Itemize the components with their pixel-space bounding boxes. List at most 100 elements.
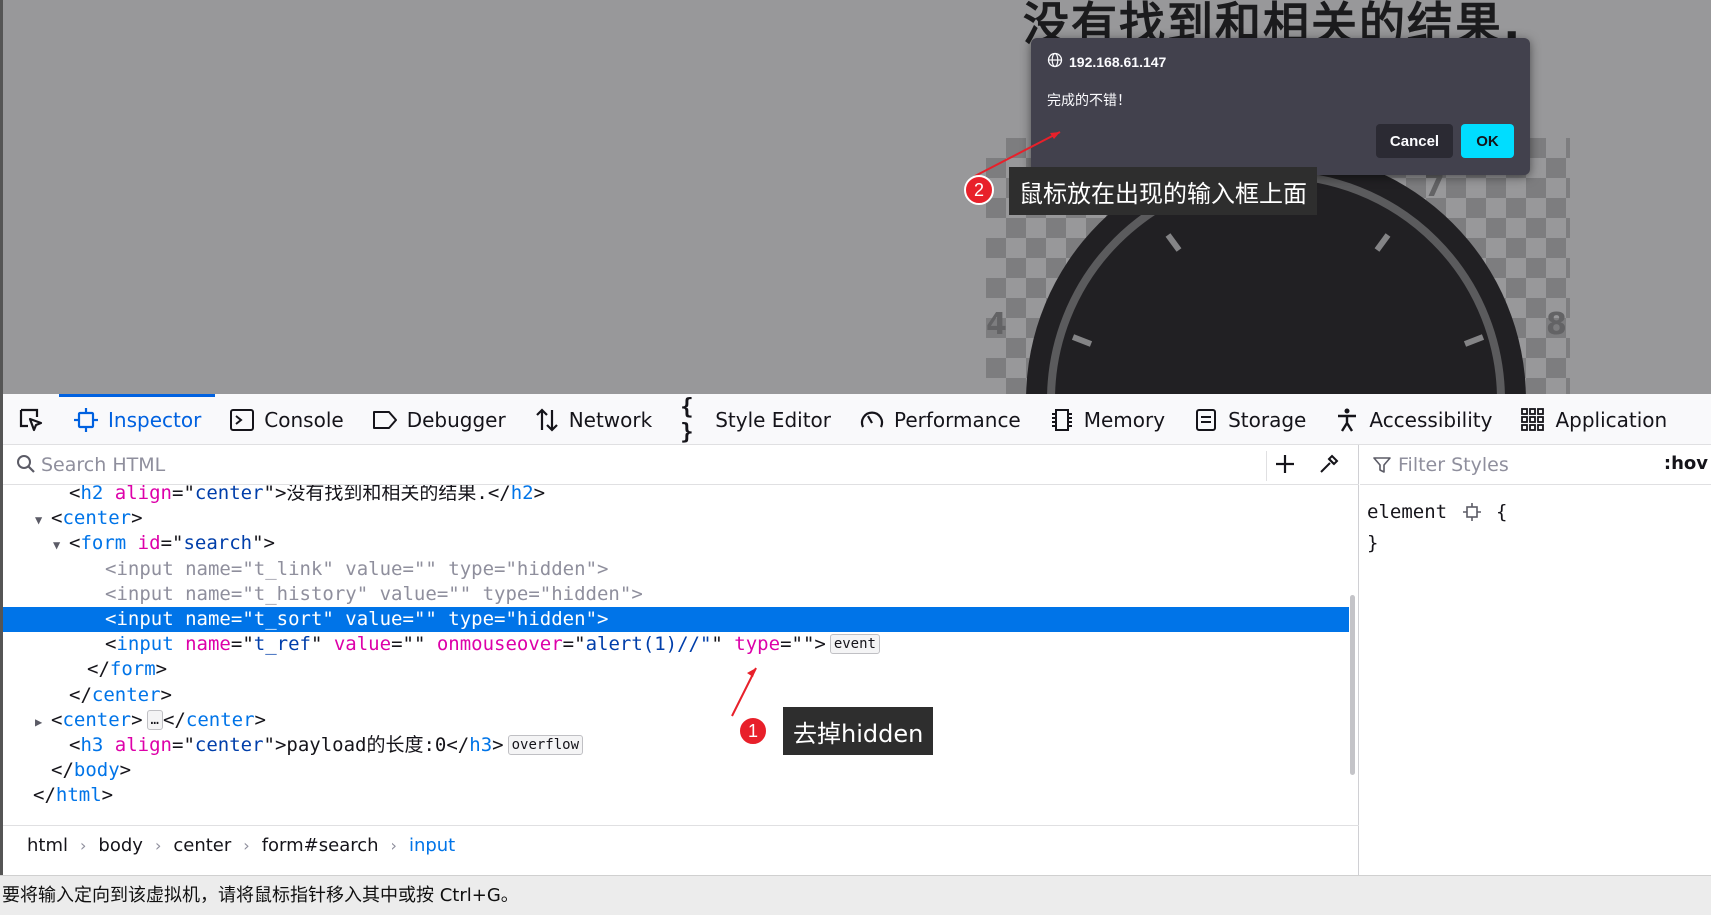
markup-row[interactable]: <h2 align="center">没有找到和相关的结果.</h2> — [3, 485, 1349, 506]
markup-row[interactable]: </body> — [3, 758, 1349, 783]
filter-styles-input[interactable] — [1398, 452, 1638, 478]
markup-punc — [174, 583, 185, 605]
markup-row[interactable]: ▶ <center>… </center> — [3, 708, 1349, 733]
expand-twisty-open-icon[interactable]: ▼ — [35, 508, 51, 533]
markup-punc: > — [101, 784, 114, 807]
markup-tag: center — [91, 683, 161, 706]
markup-punc — [174, 633, 185, 655]
markup-val: t_history — [253, 582, 357, 605]
markup-row-selected[interactable]: <input name="t_sort" value="" type="hidd… — [3, 607, 1349, 632]
eyedropper-button[interactable] — [1314, 451, 1344, 481]
markup-tag: html — [55, 784, 102, 807]
markup-attr: name — [185, 557, 231, 580]
overflow-badge[interactable]: overflow — [507, 735, 584, 755]
application-icon — [1520, 407, 1546, 433]
markup-punc: </ — [87, 658, 110, 681]
alert-ok-button[interactable]: OK — [1461, 124, 1514, 158]
markup-punc: < — [105, 557, 117, 580]
markup-row[interactable]: ▼ <form id="search"> — [3, 531, 1349, 556]
markup-scrollbar[interactable] — [1350, 595, 1355, 775]
markup-val: t_ref — [253, 633, 311, 656]
markup-punc: </ — [162, 708, 186, 731]
markup-row[interactable]: <input name="t_history" value="" type="h… — [3, 582, 1349, 607]
storage-icon — [1193, 407, 1219, 433]
markup-punc — [126, 532, 137, 554]
tab-style-editor[interactable]: { } Style Editor — [666, 394, 845, 445]
breadcrumb-item[interactable]: body — [94, 835, 147, 856]
tab-application[interactable]: Application — [1506, 394, 1681, 445]
collapsed-children-ellipsis[interactable]: … — [146, 709, 163, 730]
markup-punc: =" — [494, 608, 517, 630]
markup-punc: < — [51, 708, 63, 731]
markup-row[interactable]: <h3 align="center">payload的长度:0</h3> over… — [3, 733, 1349, 758]
markup-punc: < — [51, 507, 63, 530]
markup-tag: input — [116, 557, 174, 580]
screen: 没有找到和相关的结果. 7 8 4 192.168.61.147 完成的不错！ … — [0, 0, 1711, 915]
performance-icon — [859, 407, 885, 433]
devtools-toolbar: Inspector Console Debugger Network {} S… — [3, 394, 1711, 445]
expand-twisty-open-icon[interactable]: ▼ — [53, 533, 69, 558]
add-node-button[interactable] — [1266, 451, 1296, 481]
chevron-right-icon: › — [390, 836, 397, 855]
markup-tag: body — [73, 759, 120, 782]
markup-tag: input — [116, 633, 174, 656]
markup-tag: input — [116, 608, 174, 630]
style-editor-icon: { } — [680, 394, 694, 445]
markup-tag: center — [62, 507, 132, 530]
tab-inspector[interactable]: Inspector — [59, 394, 216, 445]
breadcrumb-item[interactable]: input — [405, 835, 459, 856]
markup-val: hidden — [516, 608, 586, 630]
markup-row[interactable]: </center> — [3, 683, 1349, 708]
expand-twisty-closed-icon[interactable]: ▶ — [35, 710, 51, 735]
markup-punc: < — [105, 633, 117, 656]
node-target-icon[interactable] — [1462, 501, 1481, 529]
tab-console[interactable]: Console — [215, 394, 357, 445]
memory-icon — [1049, 407, 1075, 433]
alert-cancel-button[interactable]: Cancel — [1376, 124, 1453, 158]
markup-row[interactable]: </form> — [3, 657, 1349, 682]
eyedropper-icon — [1318, 453, 1340, 479]
rule-close-brace: } — [1367, 532, 1379, 554]
markup-row[interactable]: <input name="t_link" value="" type="hidd… — [3, 557, 1349, 582]
markup-tag: form — [80, 532, 127, 555]
markup-punc: ="" — [402, 557, 449, 580]
markup-attr: onmouseover — [436, 633, 563, 656]
tab-memory[interactable]: Memory — [1035, 394, 1179, 445]
markup-punc: < — [69, 734, 81, 756]
markup-tag: center — [62, 708, 132, 731]
markup-tree: <h2 align="center">没有找到和相关的结果.</h2> ▼ <cen… — [3, 485, 1349, 825]
markup-row[interactable]: <input name="t_ref" value="" onmouseover… — [3, 632, 1349, 657]
markup-punc: ="" — [402, 608, 449, 630]
event-badge[interactable]: event — [829, 634, 880, 655]
rule-selector[interactable]: element — [1367, 501, 1447, 523]
breadcrumb-item[interactable]: form#search — [258, 835, 383, 856]
markup-punc: > — [131, 708, 143, 731]
breadcrumb-item[interactable]: center — [169, 835, 235, 856]
vm-status-bar: 要将输入定向到该虚拟机，请将鼠标指针移入其中或按 Ctrl+G。 — [0, 875, 1711, 915]
markup-tag: h2 — [80, 485, 104, 504]
tab-label: Performance — [894, 407, 1021, 432]
breadcrumb-item[interactable]: html — [23, 835, 72, 856]
markup-punc: > — [131, 507, 143, 530]
element-picker-button[interactable] — [3, 394, 59, 445]
tab-debugger[interactable]: Debugger — [358, 394, 520, 445]
markup-val: t_link — [253, 557, 323, 580]
markup-row[interactable]: </html> — [3, 783, 1349, 808]
tab-storage[interactable]: Storage — [1179, 394, 1320, 445]
markup-punc: =" — [230, 582, 254, 605]
tab-accessibility[interactable]: Accessibility — [1320, 394, 1506, 445]
markup-punc: "> — [252, 532, 275, 555]
markup-row[interactable]: ▼ <center> — [3, 506, 1349, 531]
tab-performance[interactable]: Performance — [845, 394, 1035, 445]
search-icon — [16, 454, 36, 478]
markup-punc — [103, 734, 114, 756]
markup-attr: type — [482, 582, 529, 605]
markup-val: hidden — [516, 557, 586, 580]
hover-state-toggle[interactable]: :hov — [1664, 453, 1708, 474]
html-search-input[interactable] — [41, 452, 1241, 478]
annotation-label-1: 去掉hidden — [783, 707, 934, 755]
markup-punc: < — [105, 608, 117, 630]
markup-attr: value — [379, 582, 437, 605]
tab-network[interactable]: Network — [520, 394, 667, 445]
markup-tag: form — [109, 658, 156, 681]
